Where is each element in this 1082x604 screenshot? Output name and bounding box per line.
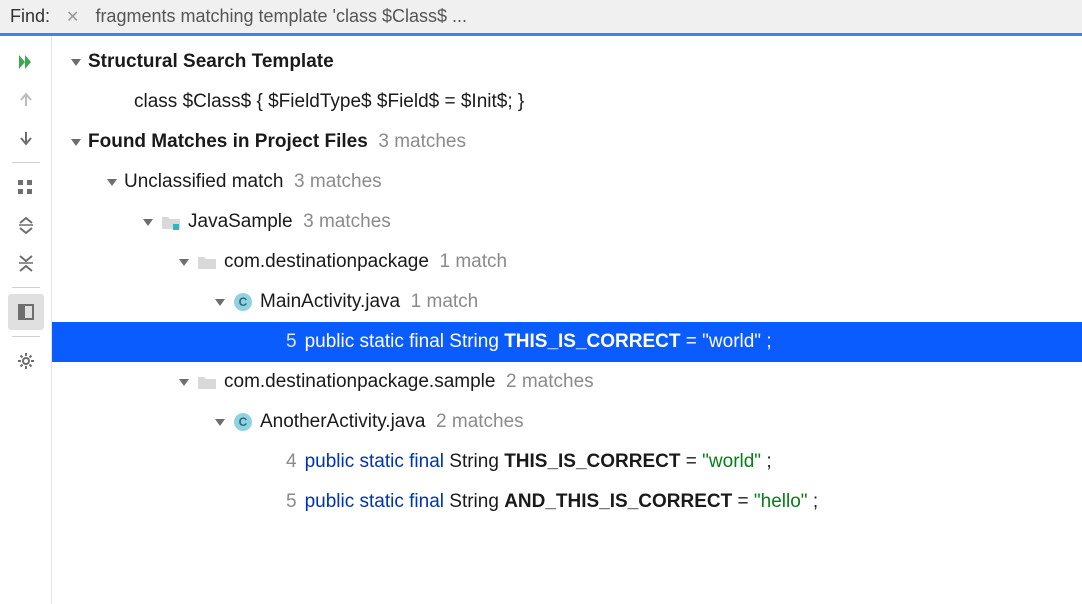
separator (12, 336, 40, 337)
rerun-button[interactable] (8, 44, 44, 80)
search-query-text[interactable]: fragments matching template 'class $Clas… (95, 6, 467, 27)
line-number: 4 (286, 451, 297, 473)
tree-node-package-2[interactable]: com.destinationpackage.sample 2 matches (52, 362, 1082, 402)
chevron-down-icon[interactable] (176, 374, 192, 390)
chevron-down-icon[interactable] (212, 294, 228, 310)
previous-occurrence-button[interactable] (8, 82, 44, 118)
tree-node-file-1[interactable]: C MainActivity.java 1 match (52, 282, 1082, 322)
found-header-label: Found Matches in Project Files (88, 131, 368, 153)
class-icon: C (232, 291, 254, 313)
tree-node-match-2[interactable]: 4 public static final String THIS_IS_COR… (52, 442, 1082, 482)
chevron-down-icon[interactable] (176, 254, 192, 270)
match-code: public static final String THIS_IS_CORRE… (305, 331, 772, 353)
line-number: 5 (286, 331, 297, 353)
tree-node-unclassified[interactable]: Unclassified match 3 matches (52, 162, 1082, 202)
module-icon (160, 211, 182, 233)
found-count: 3 matches (378, 131, 466, 153)
settings-button[interactable] (8, 343, 44, 379)
template-header-label: Structural Search Template (88, 51, 334, 73)
results-tree[interactable]: Structural Search Template class $Class$… (52, 36, 1082, 604)
file-1-count: 1 match (411, 291, 479, 313)
collapse-all-button[interactable] (8, 245, 44, 281)
tree-node-found-header[interactable]: Found Matches in Project Files 3 matches (52, 122, 1082, 162)
toolwindow-sidebar (0, 36, 52, 604)
group-by-button[interactable] (8, 169, 44, 205)
template-body-text: class $Class$ { $FieldType$ $Field$ = $I… (134, 91, 524, 113)
file-2-label: AnotherActivity.java (260, 411, 425, 433)
line-number: 5 (286, 491, 297, 513)
chevron-down-icon[interactable] (104, 174, 120, 190)
find-label: Find: (10, 6, 50, 27)
preview-button[interactable] (8, 294, 44, 330)
expand-all-button[interactable] (8, 207, 44, 243)
close-icon[interactable]: ✕ (60, 7, 85, 27)
package-2-count: 2 matches (506, 371, 594, 393)
class-icon: C (232, 411, 254, 433)
separator (12, 162, 40, 163)
module-label: JavaSample (188, 211, 293, 233)
unclassified-count: 3 matches (294, 171, 382, 193)
tree-node-template-body[interactable]: class $Class$ { $FieldType$ $Field$ = $I… (52, 82, 1082, 122)
folder-icon (196, 251, 218, 273)
file-2-count: 2 matches (436, 411, 524, 433)
folder-icon (196, 371, 218, 393)
chevron-down-icon[interactable] (140, 214, 156, 230)
package-1-count: 1 match (439, 251, 507, 273)
tree-node-template-header[interactable]: Structural Search Template (52, 42, 1082, 82)
tree-node-match-3[interactable]: 5 public static final String AND_THIS_IS… (52, 482, 1082, 522)
package-1-label: com.destinationpackage (224, 251, 429, 273)
unclassified-label: Unclassified match (124, 171, 283, 193)
tree-node-match-1[interactable]: 5 public static final String THIS_IS_COR… (52, 322, 1082, 362)
next-occurrence-button[interactable] (8, 120, 44, 156)
module-count: 3 matches (303, 211, 391, 233)
tree-node-module[interactable]: JavaSample 3 matches (52, 202, 1082, 242)
svg-text:C: C (239, 415, 248, 429)
separator (12, 287, 40, 288)
match-code: public static final String AND_THIS_IS_C… (305, 491, 819, 513)
chevron-down-icon[interactable] (212, 414, 228, 430)
chevron-down-icon[interactable] (68, 134, 84, 150)
svg-text:C: C (239, 295, 248, 309)
file-1-label: MainActivity.java (260, 291, 400, 313)
tree-node-file-2[interactable]: C AnotherActivity.java 2 matches (52, 402, 1082, 442)
tree-node-package-1[interactable]: com.destinationpackage 1 match (52, 242, 1082, 282)
find-topbar: Find: ✕ fragments matching template 'cla… (0, 0, 1082, 36)
chevron-down-icon[interactable] (68, 54, 84, 70)
match-code: public static final String THIS_IS_CORRE… (305, 451, 772, 473)
package-2-label: com.destinationpackage.sample (224, 371, 495, 393)
